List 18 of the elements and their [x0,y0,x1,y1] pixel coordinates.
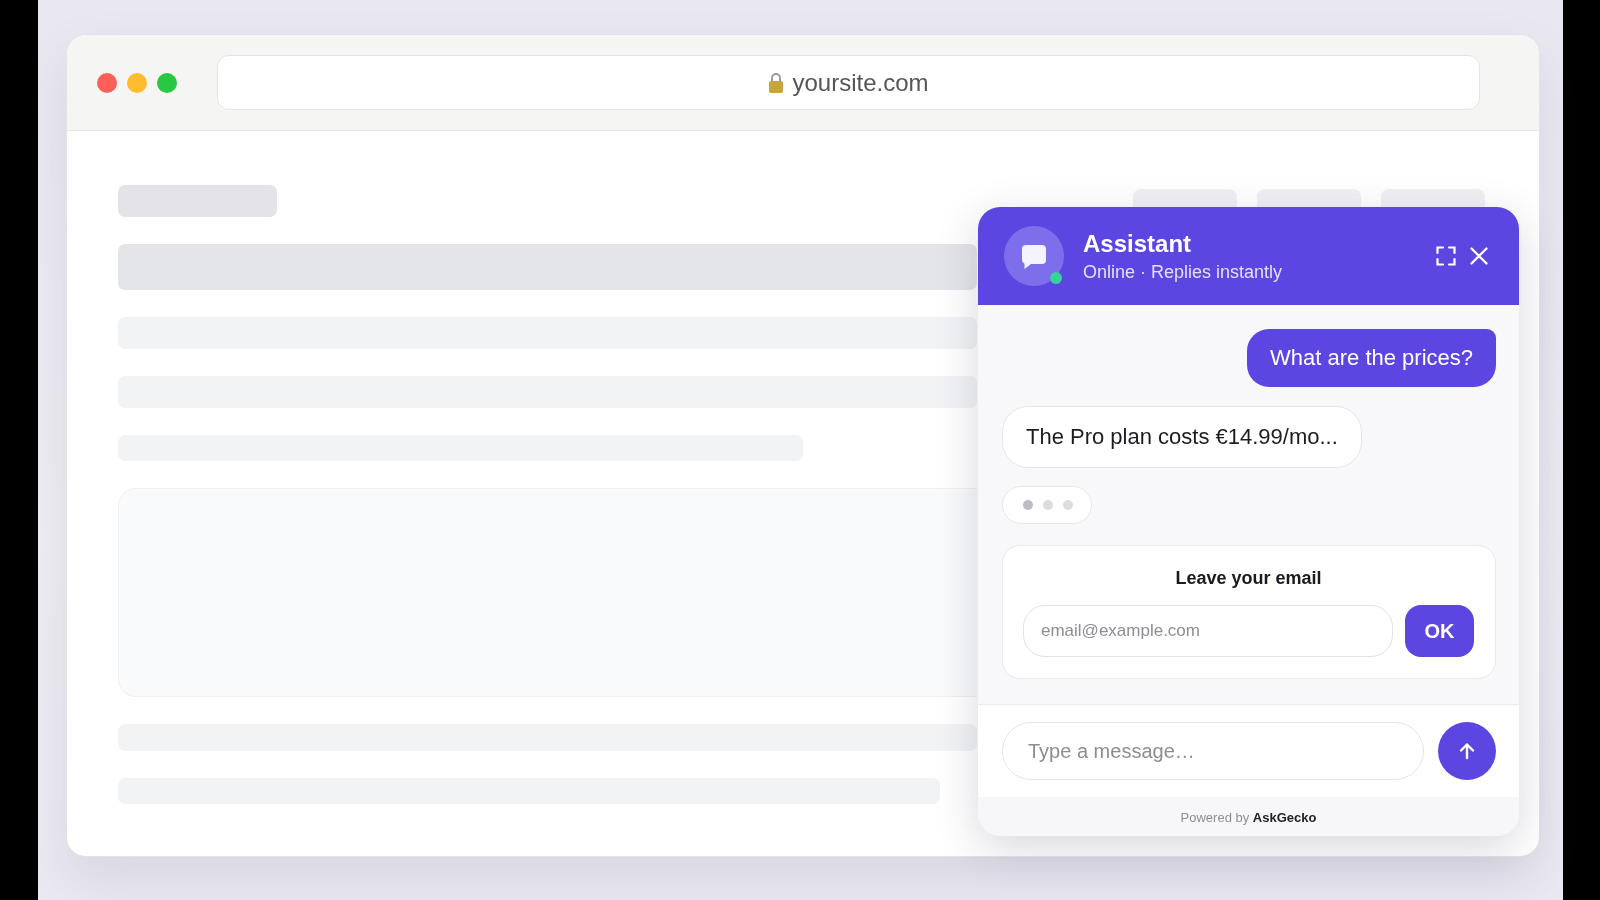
chat-title: Assistant [1083,229,1192,259]
chat-bubble-icon [1004,226,1064,286]
expand-icon[interactable] [1436,246,1456,266]
address-bar[interactable]: yoursite.com [217,55,1480,110]
arrow-up-icon [1457,741,1477,761]
padlock-icon [768,72,785,93]
message-input[interactable]: Type a message… [1002,722,1424,780]
ok-button[interactable]: OK [1405,605,1474,657]
powered-by-text: Powered by AskGecko [1180,809,1317,825]
url-text: yoursite.com [792,68,929,97]
send-button[interactable] [1438,722,1496,780]
message-bubble: What are the prices? [1247,329,1496,387]
chat-status: Online · Replies instantly [1083,261,1283,283]
email-input[interactable]: email@example.com [1023,605,1393,657]
message-bubble: The Pro plan costs €14.99/mo... [1002,406,1362,468]
close-icon[interactable] [1470,247,1488,265]
email-prompt: Leave your email [1175,567,1322,589]
window-control-icon[interactable] [97,72,117,93]
